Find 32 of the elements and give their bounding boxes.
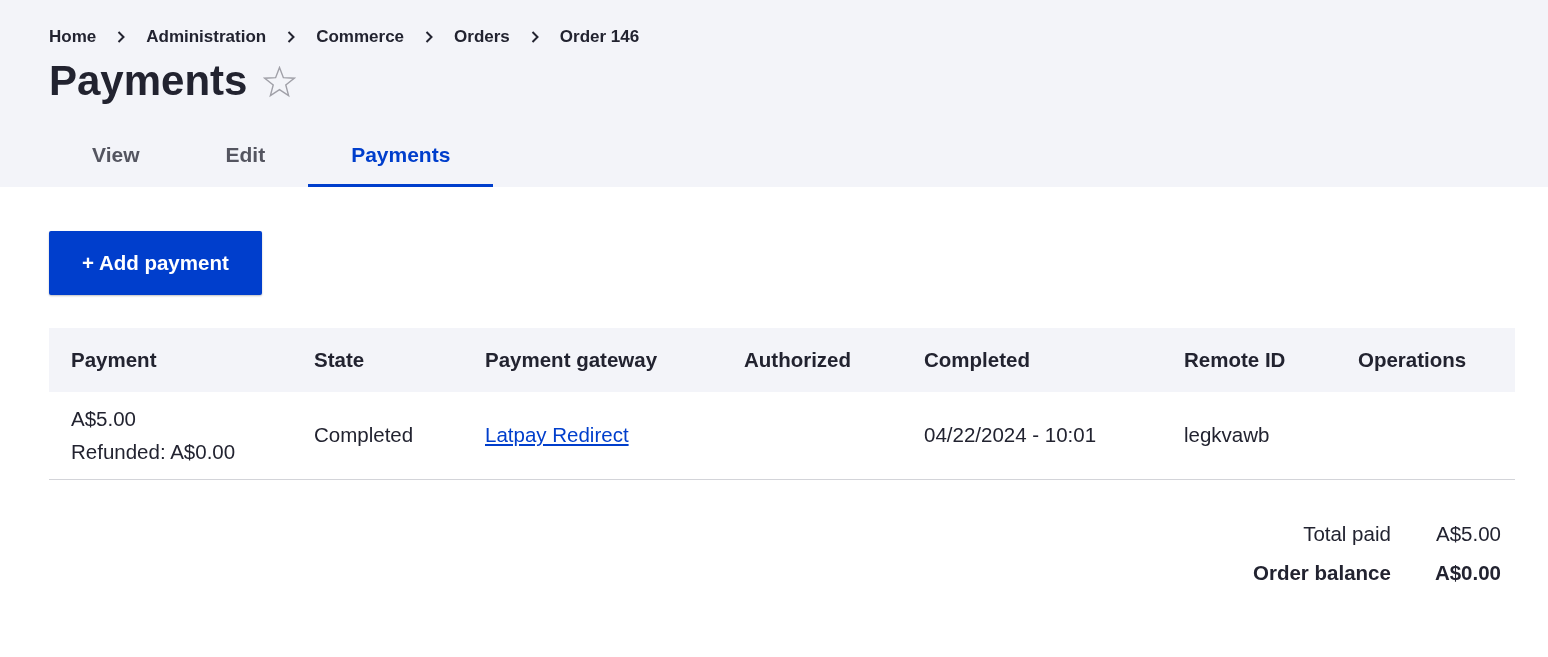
total-label: Total paid [1302, 520, 1391, 547]
total-label: Order balance [1253, 559, 1391, 586]
refunded-amount: Refunded: A$0.00 [71, 439, 236, 466]
chevron-right-icon [530, 31, 539, 43]
column-header: Authorized [722, 328, 902, 392]
table-cell: Completed [292, 392, 463, 479]
add-payment-button[interactable]: + Add payment [49, 231, 262, 295]
chevron-right-icon [425, 31, 434, 43]
total-value: A$5.00 [1435, 520, 1501, 547]
table-cell: legkvawb [1162, 392, 1336, 479]
total-value: A$0.00 [1434, 559, 1501, 586]
column-header: Payment [49, 328, 292, 392]
page-title: Payments [49, 56, 248, 106]
star-icon[interactable] [263, 66, 297, 98]
table-cell: 04/22/2024 - 10:01 [902, 392, 1162, 479]
payment-gateway-link[interactable]: Latpay Redirect [485, 422, 629, 446]
tab[interactable]: Payments [308, 126, 494, 187]
breadcrumb-link[interactable]: Orders [454, 27, 510, 46]
column-header: State [292, 328, 463, 392]
breadcrumb-link[interactable]: Order 146 [559, 27, 640, 46]
column-header: Payment gateway [463, 328, 722, 392]
chevron-right-icon [117, 31, 126, 43]
column-header: Completed [902, 328, 1162, 392]
payment-amount: A$5.00 [71, 406, 136, 433]
column-header: Remote ID [1162, 328, 1336, 392]
breadcrumb-link[interactable]: Home [49, 27, 97, 46]
chevron-right-icon [287, 31, 296, 43]
tab[interactable]: Edit [182, 126, 309, 187]
tab[interactable]: View [49, 126, 183, 187]
breadcrumb-link[interactable]: Administration [146, 27, 267, 46]
breadcrumb-link[interactable]: Commerce [316, 27, 405, 46]
column-header: Operations [1336, 328, 1515, 392]
